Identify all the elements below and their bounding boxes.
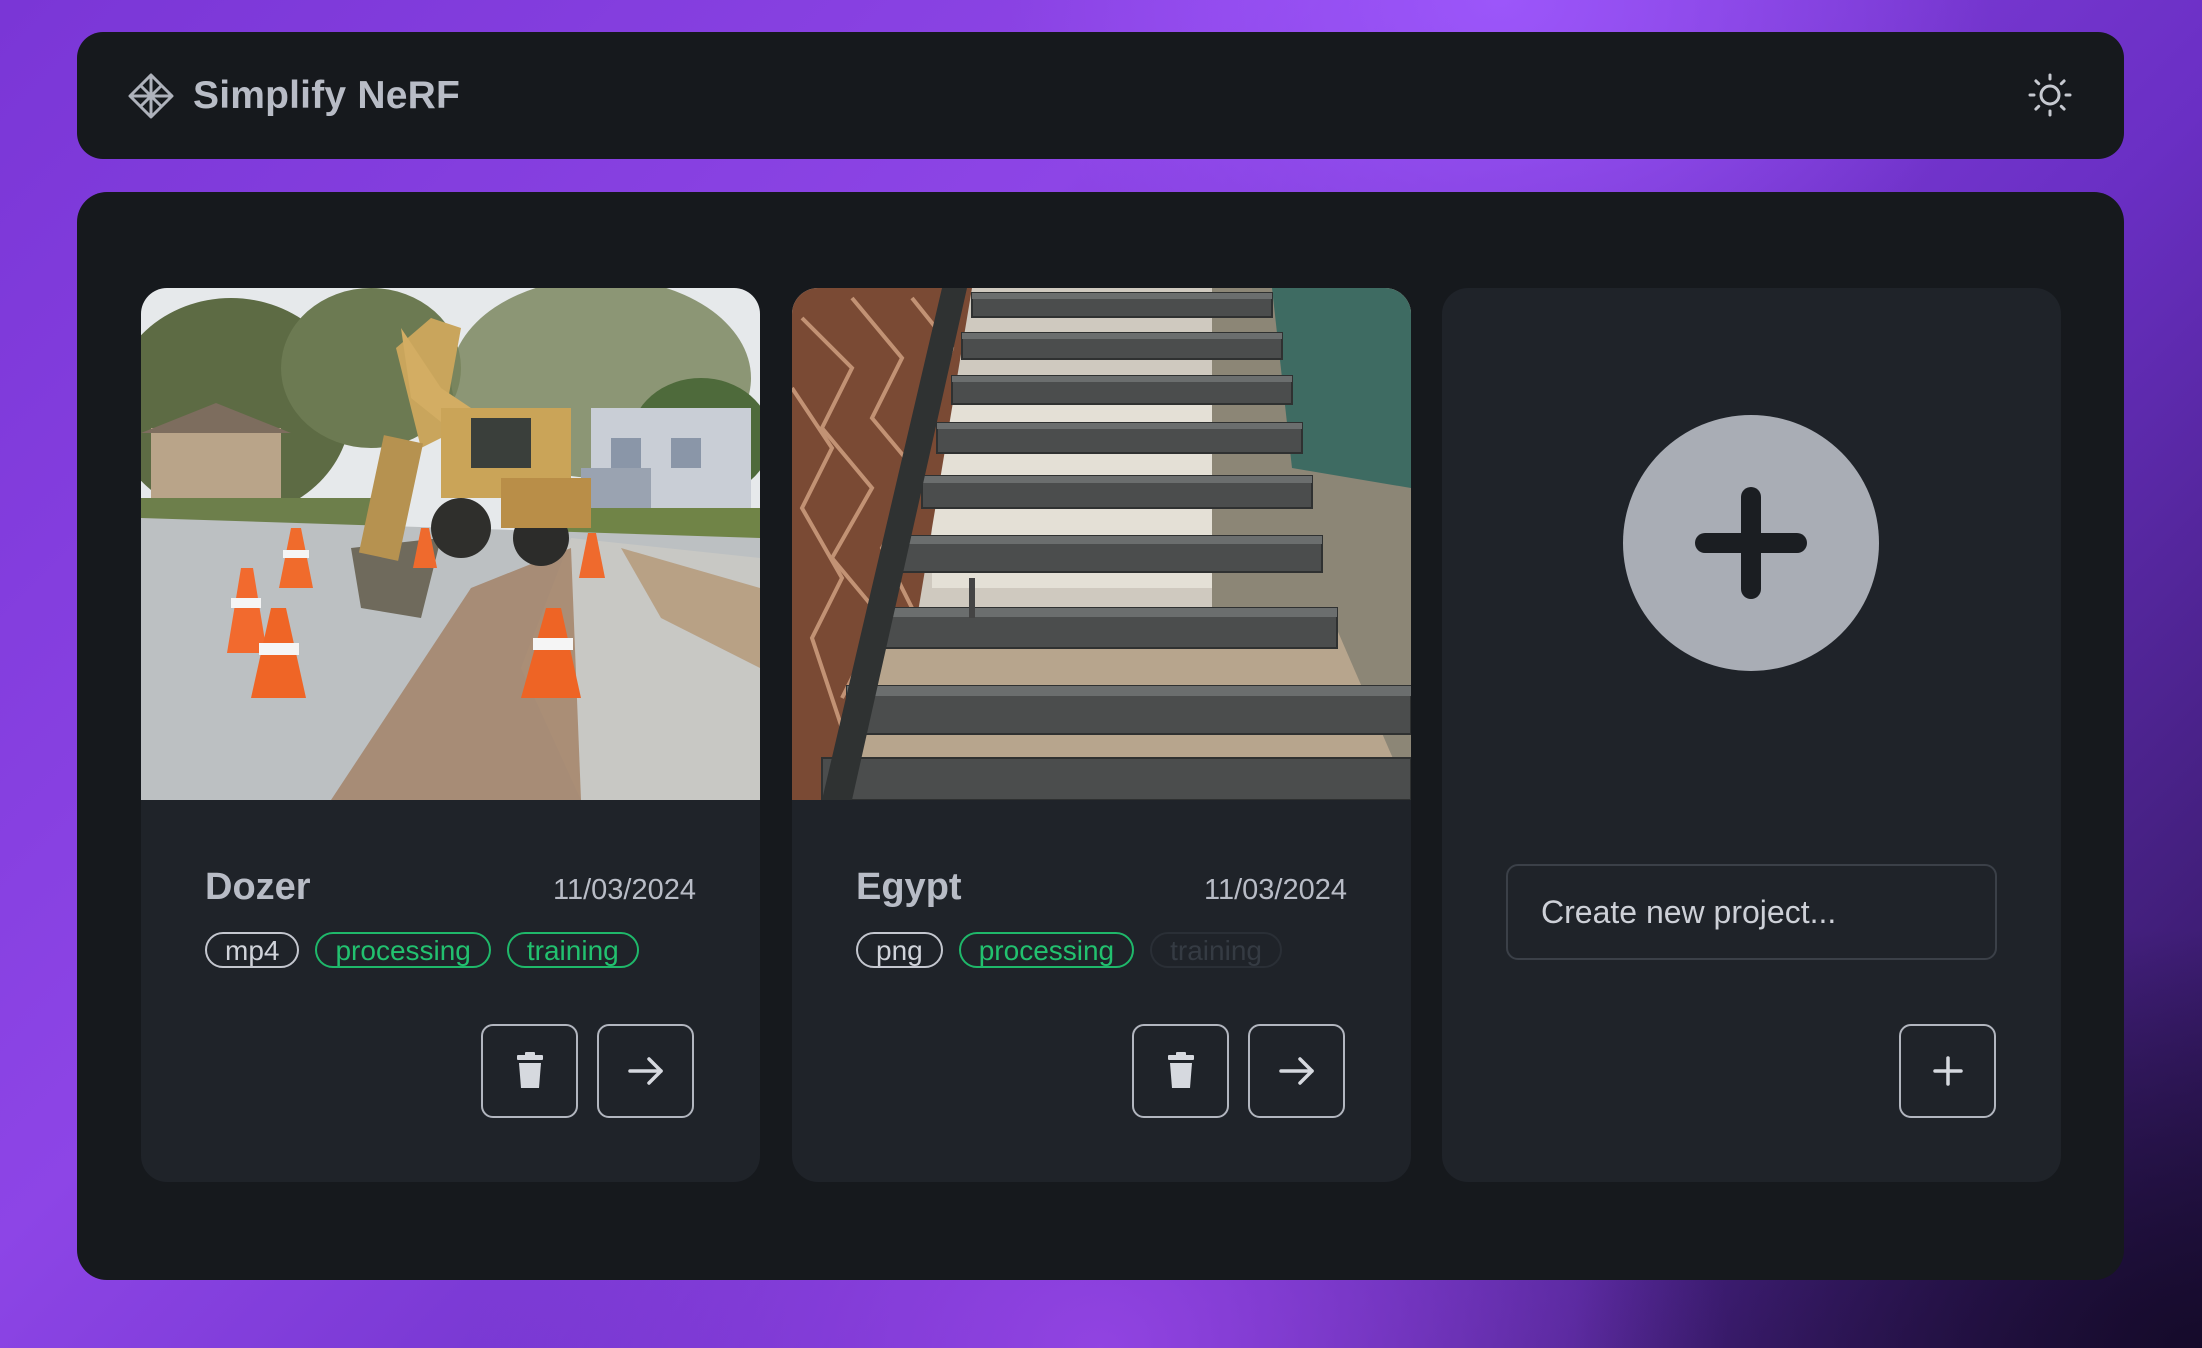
projects-panel: Dozer 11/03/2024 mp4 processing training	[77, 192, 2124, 1280]
plus-circle-icon	[1623, 415, 1879, 671]
open-project-button[interactable]	[597, 1024, 694, 1118]
project-name: Dozer	[205, 866, 311, 908]
tag-processing: processing	[958, 932, 1135, 968]
trash-icon	[1164, 1052, 1198, 1090]
project-thumbnail[interactable]	[792, 288, 1411, 800]
arrow-right-icon	[1278, 1056, 1316, 1086]
arrow-right-icon	[627, 1056, 665, 1086]
project-card: Egypt 11/03/2024 png processing training	[792, 288, 1411, 1182]
project-name: Egypt	[856, 866, 962, 908]
project-thumbnail[interactable]	[141, 288, 760, 800]
delete-project-button[interactable]	[1132, 1024, 1229, 1118]
project-date: 11/03/2024	[553, 874, 696, 906]
project-tags: png processing training	[856, 932, 1282, 968]
tag-processing: processing	[315, 932, 491, 968]
diamond-logo-icon	[127, 72, 175, 120]
tag-training: training	[506, 932, 639, 968]
tag-training: training	[1150, 932, 1282, 968]
project-card: Dozer 11/03/2024 mp4 processing training	[141, 288, 760, 1182]
top-bar: Simplify NeRF	[77, 32, 2124, 159]
project-date: 11/03/2024	[1204, 874, 1347, 906]
new-project-name-input[interactable]	[1506, 864, 1997, 960]
new-project-card	[1442, 288, 2061, 1182]
tag-format: png	[856, 932, 943, 968]
tag-format: mp4	[205, 932, 300, 968]
app-title: Simplify NeRF	[193, 73, 460, 117]
plus-icon	[1932, 1055, 1964, 1087]
open-project-button[interactable]	[1248, 1024, 1345, 1118]
sun-icon	[2027, 72, 2073, 118]
theme-toggle-button[interactable]	[2020, 65, 2080, 125]
project-tags: mp4 processing training	[205, 932, 639, 968]
trash-icon	[513, 1052, 547, 1090]
delete-project-button[interactable]	[481, 1024, 578, 1118]
create-project-button[interactable]	[1899, 1024, 1996, 1118]
brand[interactable]: Simplify NeRF	[127, 32, 460, 159]
